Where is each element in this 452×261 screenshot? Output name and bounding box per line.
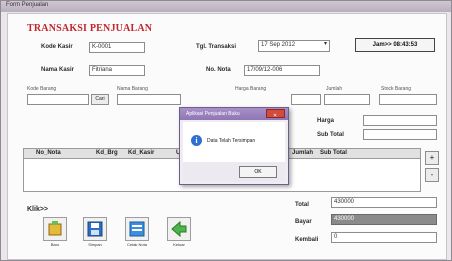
harga-field[interactable] — [363, 115, 437, 126]
save-button[interactable] — [83, 217, 107, 241]
nama-barang-label: Nama Barang — [117, 86, 148, 92]
exit-arrow-icon — [171, 220, 187, 238]
column-header: No_Nota — [36, 150, 61, 156]
no-nota-label: No. Nota — [206, 67, 231, 73]
window-title: Form Penjualan — [6, 2, 49, 8]
print-receipt-label: Cetak Nota — [126, 242, 147, 247]
cari-button[interactable]: Cari — [91, 94, 109, 105]
bayar-field[interactable]: 430000 — [331, 214, 437, 225]
exit-label: Keluar — [173, 242, 185, 247]
remove-row-button[interactable]: - — [425, 168, 439, 182]
bayar-label: Bayar — [295, 219, 312, 225]
column-header: Jumlah — [292, 150, 314, 156]
total-field[interactable]: 430000 — [331, 197, 437, 208]
new-label: Baru — [50, 242, 60, 247]
column-header: Kd_Kasir — [128, 150, 155, 156]
column-header: Kd_Brg — [96, 150, 118, 156]
kode-barang-label: Kode Barang — [27, 86, 57, 92]
total-label: Total — [295, 202, 309, 208]
column-header: Sub Total — [320, 150, 347, 156]
date-picker[interactable]: 17 Sep 2012 ▾ — [258, 40, 330, 52]
clock-display: Jam>> 08:43:53 — [355, 38, 435, 52]
dialog-body: i Data Telah Tersimpan — [183, 122, 285, 162]
add-row-button[interactable]: + — [425, 151, 439, 165]
nama-barang-field[interactable] — [117, 94, 181, 105]
message-dialog: Aplikasi Penjualan Buku ✕ i Data Telah T… — [179, 107, 289, 185]
harga-label: Harga — [317, 118, 335, 124]
info-icon: i — [191, 135, 202, 146]
klik-label: Klik>> — [27, 206, 49, 213]
dropdown-arrow-icon[interactable]: ▾ — [324, 41, 327, 48]
stock-barang-field[interactable] — [379, 94, 437, 105]
no-nota-field[interactable]: 17/09/12-006 — [244, 65, 320, 76]
ok-button[interactable]: OK — [239, 166, 277, 178]
floppy-disk-icon — [87, 221, 103, 237]
stock-barang-label: Stock Barang — [381, 86, 412, 92]
new-button[interactable] — [43, 217, 67, 241]
harga-barang-field[interactable] — [291, 94, 321, 105]
kode-barang-field[interactable] — [27, 94, 89, 105]
kode-kasir-label: Kode Kasir — [41, 44, 73, 50]
dialog-close-button[interactable]: ✕ — [266, 109, 285, 119]
dialog-footer: OK — [183, 162, 285, 182]
dialog-message: Data Telah Tersimpan — [207, 138, 256, 144]
new-document-icon — [48, 221, 62, 236]
exit-button[interactable] — [167, 217, 191, 241]
receipt-icon — [129, 221, 145, 237]
dialog-title: Aplikasi Penjualan Buku — [186, 111, 240, 117]
kembali-field[interactable]: 0 — [331, 232, 437, 243]
tgl-transaksi-label: Tgl. Transaksi — [196, 44, 237, 50]
jumlah-label: Jumlah — [326, 86, 343, 92]
print-receipt-button[interactable] — [125, 217, 149, 241]
window-titlebar: Form Penjualan — [1, 1, 451, 12]
page-title: TRANSAKSI PENJUALAN — [27, 23, 153, 34]
app-window: Form Penjualan TRANSAKSI PENJUALAN Kode … — [0, 0, 452, 261]
harga-barang-label: Harga Barang — [235, 86, 267, 92]
nama-kasir-field[interactable]: Fitriana — [89, 65, 145, 76]
kode-kasir-field[interactable]: K-0001 — [89, 42, 145, 53]
nama-kasir-label: Nama Kasir — [41, 67, 75, 73]
subtotal-field[interactable] — [363, 129, 437, 140]
kembali-label: Kembali — [295, 237, 319, 243]
save-label: Simpan — [88, 242, 102, 247]
dialog-titlebar: Aplikasi Penjualan Buku ✕ — [180, 108, 288, 120]
subtotal-label: Sub Total — [317, 132, 344, 138]
close-icon: ✕ — [273, 113, 278, 119]
jumlah-field[interactable] — [324, 94, 370, 105]
date-value: 17 Sep 2012 — [261, 42, 296, 48]
